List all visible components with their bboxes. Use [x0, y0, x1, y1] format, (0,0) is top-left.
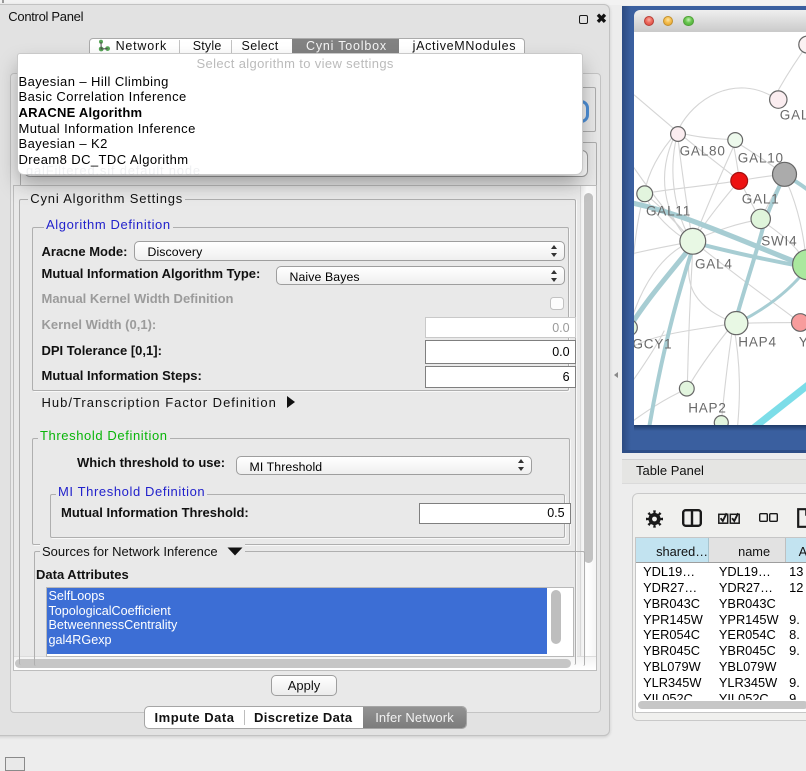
svg-text:HAP4: HAP4 — [738, 334, 776, 349]
svg-text:GCY1: GCY1 — [634, 336, 672, 351]
svg-text:YER: YER — [799, 334, 806, 349]
svg-text:GAL4: GAL4 — [695, 256, 733, 271]
svg-text:GAL7: GAL7 — [780, 107, 806, 122]
svg-text:HAP2: HAP2 — [688, 400, 726, 415]
svg-text:GAL11: GAL11 — [646, 203, 691, 218]
svg-text:SWI4: SWI4 — [761, 233, 797, 248]
svg-text:GAL1: GAL1 — [742, 191, 780, 206]
svg-text:GAL10: GAL10 — [738, 150, 784, 165]
svg-text:GAL80: GAL80 — [679, 143, 725, 158]
